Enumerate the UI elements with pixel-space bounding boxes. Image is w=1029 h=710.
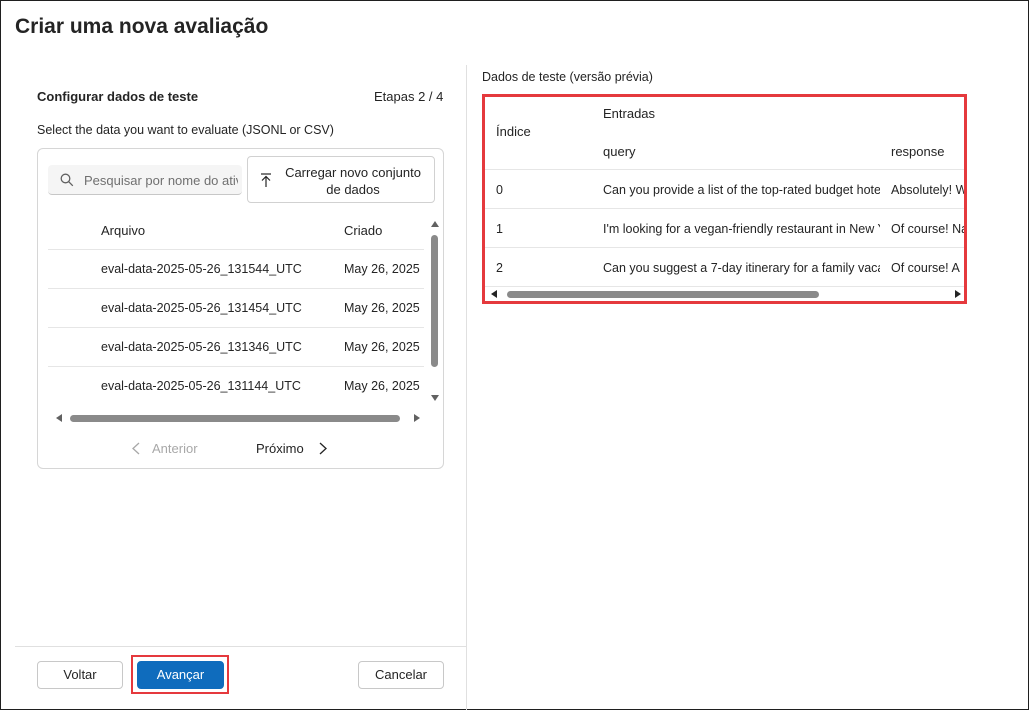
query-cell: Can you provide a list of the top-rated … — [603, 183, 880, 197]
steps-indicator: Etapas 2 / 4 — [374, 89, 444, 104]
column-header-index: Índice — [496, 124, 531, 139]
column-group-inputs: Entradas — [603, 106, 656, 121]
vertical-divider — [466, 65, 467, 710]
scroll-right-arrow-icon[interactable] — [955, 290, 961, 298]
scroll-left-arrow-icon[interactable] — [491, 290, 497, 298]
created-date-cell: May 26, 2025 — [344, 301, 420, 315]
table-row: 2 Can you suggest a 7-day itinerary for … — [485, 248, 964, 287]
response-cell: Absolutely! W — [891, 183, 967, 197]
dataset-table: Arquivo Criado eval-data-2025-05-26_1315… — [48, 211, 424, 405]
response-cell: Of course! Na — [891, 222, 967, 236]
chevron-left-icon — [132, 442, 140, 455]
upload-dataset-button[interactable]: Carregar novo conjunto de dados — [247, 156, 435, 203]
column-header-created[interactable]: Criado — [344, 223, 382, 238]
dialog-title: Criar uma nova avaliação — [15, 15, 269, 38]
cancel-button[interactable]: Cancelar — [358, 661, 444, 689]
dialog: Criar uma nova avaliação Configurar dado… — [0, 0, 1029, 710]
pager-previous-button[interactable]: Anterior — [132, 441, 198, 456]
scroll-up-arrow-icon[interactable] — [431, 221, 439, 227]
table-row[interactable]: eval-data-2025-05-26_131454_UTC May 26, … — [48, 289, 424, 328]
pager-previous-label: Anterior — [152, 441, 198, 456]
response-cell: Of course! A — [891, 261, 960, 275]
next-button[interactable]: Avançar — [137, 661, 224, 689]
pager-next-label: Próximo — [256, 441, 304, 456]
upload-icon — [261, 173, 271, 187]
created-date-cell: May 26, 2025 — [344, 379, 420, 393]
column-header-response: response — [891, 144, 945, 159]
search-input[interactable] — [84, 165, 238, 194]
scroll-left-arrow-icon[interactable] — [56, 414, 62, 422]
vertical-scroll-thumb[interactable] — [431, 235, 438, 367]
index-cell: 1 — [496, 222, 503, 236]
footer-divider — [15, 646, 466, 647]
dataset-picker-card: Carregar novo conjunto de dados Arquivo … — [37, 148, 444, 469]
index-cell: 0 — [496, 183, 503, 197]
column-header-file[interactable]: Arquivo — [101, 223, 145, 238]
index-cell: 2 — [496, 261, 503, 275]
created-date-cell: May 26, 2025 — [344, 340, 420, 354]
upload-dataset-label: Carregar novo conjunto de dados — [285, 165, 421, 197]
section-subtitle: Select the data you want to evaluate (JS… — [37, 123, 334, 137]
file-name-cell: eval-data-2025-05-26_131144_UTC — [101, 379, 301, 393]
table-row[interactable]: eval-data-2025-05-26_131346_UTC May 26, … — [48, 328, 424, 367]
section-title: Configurar dados de teste — [37, 89, 199, 104]
scroll-down-arrow-icon[interactable] — [431, 395, 439, 401]
search-box[interactable] — [48, 165, 242, 195]
file-name-cell: eval-data-2025-05-26_131544_UTC — [101, 262, 302, 276]
pager-next-button[interactable]: Próximo — [256, 441, 327, 456]
table-row: 1 I'm looking for a vegan-friendly resta… — [485, 209, 967, 248]
file-name-cell: eval-data-2025-05-26_131346_UTC — [101, 340, 302, 354]
column-header-query: query — [603, 144, 636, 159]
chevron-right-icon — [319, 442, 327, 455]
search-icon — [60, 173, 74, 187]
preview-horizontal-scroll-thumb[interactable] — [507, 291, 819, 298]
back-button[interactable]: Voltar — [37, 661, 123, 689]
file-name-cell: eval-data-2025-05-26_131454_UTC — [101, 301, 302, 315]
table-row: 0 Can you provide a list of the top-rate… — [485, 170, 967, 209]
preview-title: Dados de teste (versão prévia) — [482, 70, 653, 84]
horizontal-scroll-thumb[interactable] — [70, 415, 400, 422]
table-row[interactable]: eval-data-2025-05-26_131544_UTC May 26, … — [48, 250, 424, 289]
preview-table-highlight: Índice Entradas query response 0 Can you… — [482, 94, 967, 304]
query-cell: I'm looking for a vegan-friendly restaur… — [603, 222, 880, 236]
created-date-cell: May 26, 2025 — [344, 262, 420, 276]
scroll-right-arrow-icon[interactable] — [414, 414, 420, 422]
table-header-row: Arquivo Criado — [48, 211, 424, 250]
table-row[interactable]: eval-data-2025-05-26_131144_UTC May 26, … — [48, 367, 424, 405]
query-cell: Can you suggest a 7-day itinerary for a … — [603, 261, 880, 275]
